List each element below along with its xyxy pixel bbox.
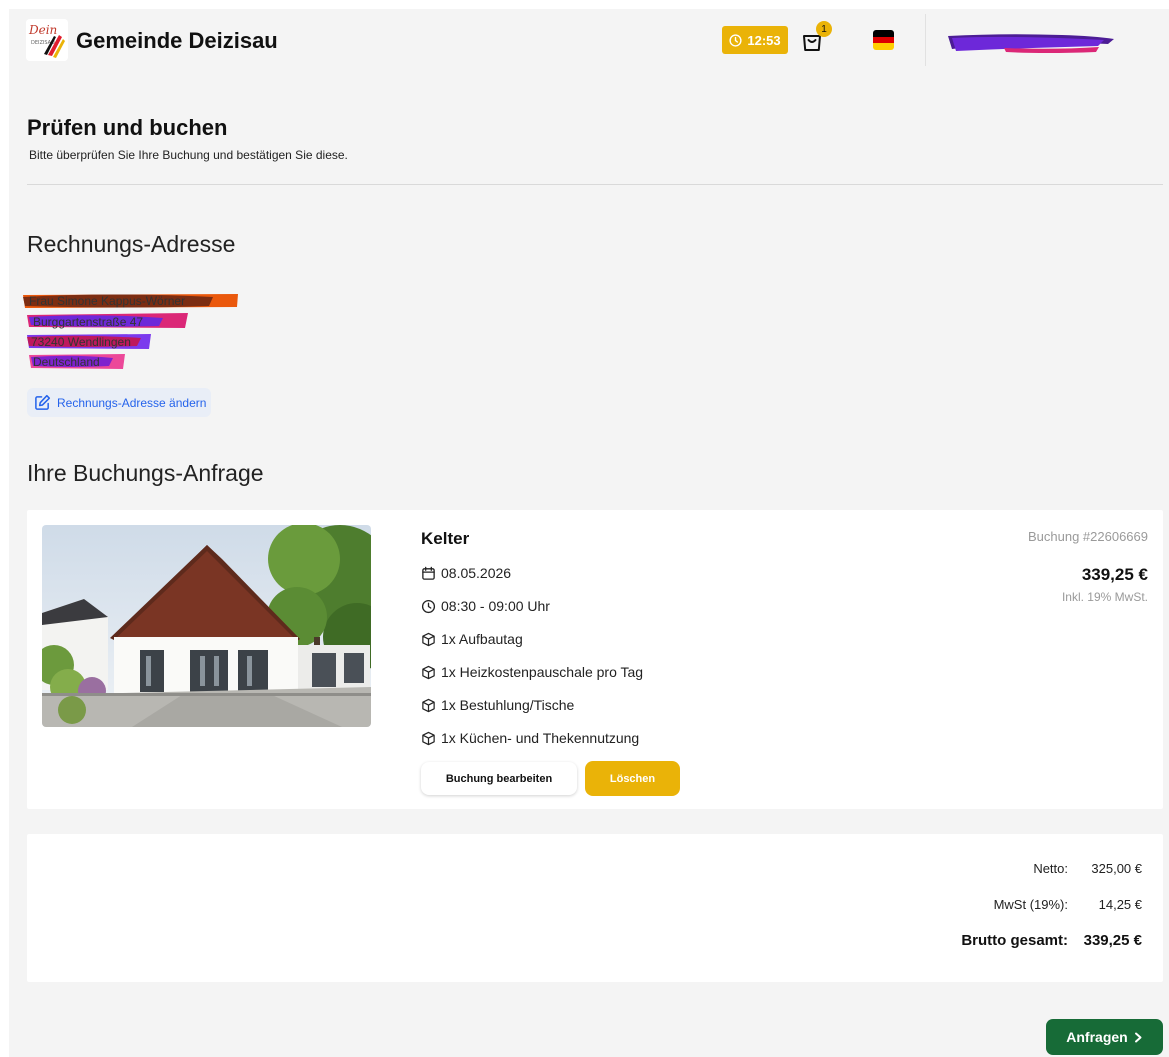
vat-value: 14,25 € [1098, 897, 1142, 912]
booking-card: Kelter 08.05.2026 08:30 - 09:00 Uhr 1x A… [27, 510, 1163, 809]
booking-request-heading: Ihre Buchungs-Anfrage [27, 460, 264, 486]
gross-label: Brutto gesamt: [961, 932, 1068, 949]
clock-icon [729, 33, 742, 47]
clock-icon [421, 599, 436, 613]
booking-item-label: 1x Aufbautag [441, 631, 523, 647]
booking-item: 1x Küchen- und Thekennutzung [421, 730, 639, 746]
net-value: 325,00 € [1091, 861, 1142, 876]
submit-request-button[interactable]: Anfragen [1046, 1019, 1163, 1055]
booking-item: 1x Heizkostenpauschale pro Tag [421, 664, 643, 680]
booking-item-label: 1x Heizkostenpauschale pro Tag [441, 664, 644, 680]
gross-value: 339,25 € [1083, 932, 1142, 949]
address-country: Deutschland [33, 355, 100, 369]
edit-icon [35, 394, 51, 410]
session-timer: 12:53 [722, 26, 788, 54]
booking-item-label: 1x Küchen- und Thekennutzung [441, 730, 640, 746]
booking-number: Buchung #22606669 [1027, 529, 1148, 544]
header-divider [925, 14, 926, 66]
package-icon [422, 698, 435, 712]
divider [27, 184, 1163, 185]
user-menu-redacted[interactable] [944, 30, 1116, 54]
municipality-logo[interactable]: Dein DEIZISAU [26, 19, 68, 61]
submit-request-label: Anfragen [1066, 1029, 1128, 1045]
billing-address-heading: Rechnungs-Adresse [27, 231, 236, 257]
svg-text:Dein: Dein [28, 23, 57, 37]
venue-photo [42, 525, 371, 727]
booking-item: 1x Aufbautag [421, 631, 523, 647]
vat-label: MwSt (19%): [993, 897, 1068, 912]
package-icon [422, 665, 435, 679]
totals-card: Netto: 325,00 € MwSt (19%): 14,25 € Brut… [27, 834, 1163, 982]
top-bar: Dein DEIZISAU Gemeinde Deizisau 12:53 1 [9, 9, 1169, 71]
package-icon [422, 731, 435, 745]
booking-time: 08:30 - 09:00 Uhr [421, 598, 550, 614]
booking-time-value: 08:30 - 09:00 Uhr [441, 598, 550, 614]
brand-name[interactable]: Gemeinde Deizisau [76, 28, 278, 54]
delete-booking-button[interactable]: Löschen [585, 761, 680, 796]
cart-count-badge: 1 [816, 21, 832, 37]
page: Dein DEIZISAU Gemeinde Deizisau 12:53 1 [9, 9, 1169, 1057]
booking-date-value: 08.05.2026 [441, 565, 512, 581]
booking-price: 339,25 € [1081, 565, 1148, 584]
page-title: Prüfen und buchen [27, 115, 228, 140]
address-city: 73240 Wendlingen [31, 335, 131, 349]
booking-date: 08.05.2026 [421, 565, 511, 581]
booking-item-label: 1x Bestuhlung/Tische [441, 697, 575, 713]
de-flag-icon[interactable] [873, 30, 894, 50]
page-subtitle: Bitte überprüfen Sie Ihre Buchung und be… [29, 148, 348, 162]
billing-address-redacted: Frau Simone Kappus-Wörner Burggartenstra… [23, 291, 243, 371]
package-icon [422, 632, 435, 646]
vat-note: Inkl. 19% MwSt. [1061, 590, 1148, 604]
booking-item: 1x Bestuhlung/Tische [421, 697, 574, 713]
edit-booking-button[interactable]: Buchung bearbeiten [421, 762, 577, 795]
address-street: Burggartenstraße 47 [33, 315, 144, 329]
timer-value: 12:53 [747, 32, 781, 48]
address-name: Frau Simone Kappus-Wörner [29, 294, 186, 308]
change-billing-address-label: Rechnungs-Adresse ändern [57, 395, 207, 410]
calendar-icon [422, 566, 435, 580]
net-label: Netto: [1033, 861, 1068, 876]
change-billing-address-button[interactable]: Rechnungs-Adresse ändern [27, 388, 211, 417]
chevron-right-icon [1134, 1032, 1142, 1042]
venue-name: Kelter [421, 529, 470, 548]
